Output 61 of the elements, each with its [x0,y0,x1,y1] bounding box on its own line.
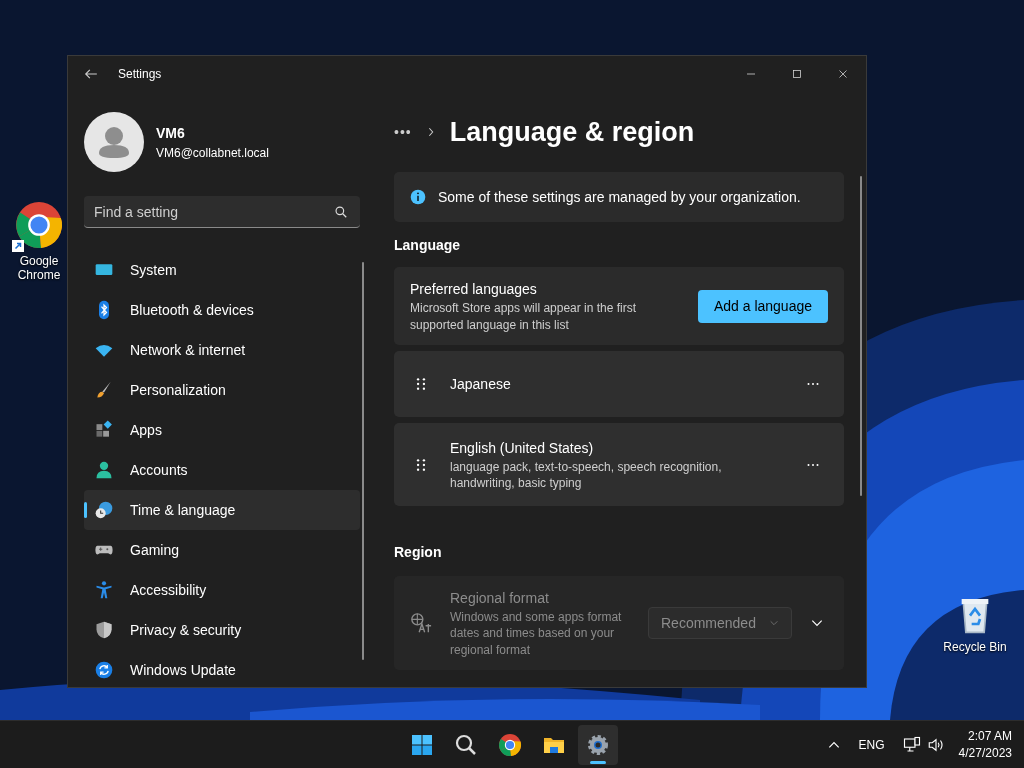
shortcut-arrow-icon [12,240,24,252]
sidebar-item[interactable]: Accounts [84,450,360,490]
start-icon [410,733,434,757]
chrome-icon [14,200,64,250]
network-icon [902,736,921,754]
scrollbar[interactable] [362,262,364,660]
setting-title: Preferred languages [410,280,538,300]
user-email: VM6@collabnet.local [156,144,269,162]
language-icon [410,612,432,634]
sidebar-item[interactable]: Network & internet [84,330,360,370]
update-icon [94,660,114,680]
notice-text: Some of these settings are managed by your organization. [438,187,801,207]
close-icon [837,68,849,80]
section-heading: Language [394,236,462,255]
taskbar-app[interactable] [578,725,618,765]
drag-handle-icon [414,376,428,392]
input-language[interactable]: ENG [858,736,885,754]
add-language-button[interactable]: Add a language [697,289,828,323]
desktop-icon-label[interactable]: Recycle Bin [939,640,1011,655]
active-indicator [590,761,606,764]
section-heading: Region [394,543,443,562]
shield-icon [94,620,114,640]
desktop-icon-label[interactable]: Google Chrome [11,254,67,283]
sidebar-item[interactable]: System [84,250,360,290]
gear-icon [586,733,610,757]
scrollbar[interactable] [860,176,862,496]
sidebar-item[interactable]: Accessibility [84,570,360,610]
sidebar-item[interactable]: Gaming [84,530,360,570]
language-features: language pack, text-to-speech, speech recognition, handwriting, basic typing [450,458,723,492]
clock-time[interactable]: 2:07 AM [958,728,1012,745]
setting-title: Regional format [450,589,550,609]
sidebar-item[interactable]: Time & language [84,490,360,530]
setting-description: Windows and some apps format dates and times based on your regional format [450,609,623,658]
page-title: Language & region [449,115,695,149]
search-icon [454,733,478,757]
language-name: Japanese [450,374,512,394]
maximize-icon [791,68,803,80]
chrome-icon [498,733,522,757]
sidebar-item[interactable]: Privacy & security [84,610,360,650]
back-arrow-icon [84,67,98,81]
accessibility-icon [94,580,114,600]
clock-date[interactable]: 4/27/2023 [958,745,1012,762]
apps-icon [94,420,114,440]
sidebar-item[interactable]: Personalization [84,370,360,410]
info-icon [410,189,426,205]
avatar-icon [84,112,144,172]
setting-description: Microsoft Store apps will appear in the first supported language in this list [410,300,638,333]
search-field[interactable]: Find a setting [84,196,360,228]
chevron-down-icon [769,618,779,628]
drag-handle-icon [414,456,428,473]
window-title: Settings [118,66,162,83]
language-name: English (United States) [450,438,595,458]
globe-clock-icon [94,500,114,520]
breadcrumb-more[interactable]: ••• [394,121,412,143]
search-icon [334,205,348,219]
sidebar-item[interactable]: Windows Update [84,650,360,687]
user-name: VM6 [156,123,186,143]
person-icon [94,460,114,480]
sidebar-item[interactable]: Bluetooth & devices [84,290,360,330]
sidebar-item[interactable]: Apps [84,410,360,450]
volume-icon [926,736,945,754]
